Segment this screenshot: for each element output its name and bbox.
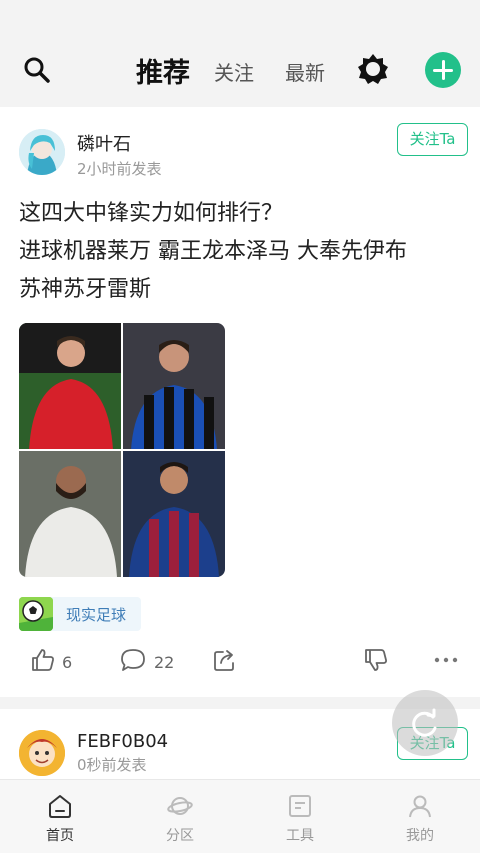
tab-latest[interactable]: 最新 — [285, 57, 325, 86]
tools-icon — [289, 795, 311, 817]
share-icon — [214, 650, 234, 671]
tab-recommend[interactable]: 推荐 — [136, 51, 190, 90]
nav-tools-label: 工具 — [286, 828, 314, 844]
post-time: 0秒前发表 — [77, 756, 147, 774]
bottom-nav: 首页 分区 工具 我的 — [0, 779, 480, 853]
nav-home-label: 首页 — [46, 828, 74, 844]
post-time: 2小时前发表 — [77, 160, 162, 178]
topic-tag[interactable]: 现实足球 — [19, 597, 141, 631]
more-dots-icon — [434, 657, 458, 663]
dislike-button[interactable] — [363, 647, 389, 679]
post-text-line: 苏神苏牙雷斯 — [19, 277, 152, 302]
username[interactable]: 磷叶石 — [77, 130, 131, 156]
username[interactable]: FEBF0B04 — [77, 731, 168, 752]
post-text-line: 这四大中锋实力如何排行？ — [19, 201, 284, 226]
profile-icon — [409, 795, 431, 818]
post-text-line: 进球机器莱万 霸王龙本泽马 大奉先伊布 — [19, 239, 407, 264]
like-button[interactable]: 6 — [30, 647, 80, 679]
post-image[interactable] — [19, 323, 225, 577]
nav-tools[interactable]: 工具 — [260, 780, 340, 853]
avatar[interactable] — [19, 129, 65, 175]
nav-home[interactable]: 首页 — [20, 780, 100, 853]
like-count: 6 — [62, 653, 73, 672]
settings-gear-icon[interactable] — [357, 53, 389, 85]
comment-count: 22 — [154, 653, 175, 672]
more-options-button[interactable] — [433, 647, 459, 679]
add-post-button[interactable] — [425, 52, 461, 88]
nav-profile[interactable]: 我的 — [380, 780, 460, 853]
tab-following[interactable]: 关注 — [214, 57, 254, 86]
planet-icon — [167, 797, 193, 815]
follow-button[interactable]: 关注Ta — [397, 123, 468, 156]
avatar[interactable] — [19, 730, 65, 776]
thumbs-down-icon — [365, 649, 387, 671]
share-button[interactable] — [212, 647, 238, 679]
post-card[interactable]: 磷叶石 2小时前发表 关注Ta 这四大中锋实力如何排行？ 进球机器莱万 霸王龙本… — [0, 107, 480, 697]
nav-profile-label: 我的 — [406, 828, 434, 844]
topic-label: 现实足球 — [66, 606, 127, 624]
top-header: 推荐 关注 最新 — [0, 0, 480, 107]
refresh-icon — [412, 708, 437, 737]
refresh-button[interactable] — [392, 690, 458, 756]
thumbs-up-icon — [32, 649, 54, 671]
search-icon[interactable] — [22, 55, 52, 85]
nav-zone-label: 分区 — [166, 828, 194, 844]
football-icon — [19, 597, 53, 631]
comment-icon — [121, 649, 145, 671]
post-text[interactable]: 这四大中锋实力如何排行？ 进球机器莱万 霸王龙本泽马 大奉先伊布 苏神苏牙雷斯 — [19, 195, 469, 309]
home-icon — [49, 795, 71, 818]
comment-button[interactable]: 22 — [120, 647, 180, 679]
nav-zone[interactable]: 分区 — [140, 780, 220, 853]
